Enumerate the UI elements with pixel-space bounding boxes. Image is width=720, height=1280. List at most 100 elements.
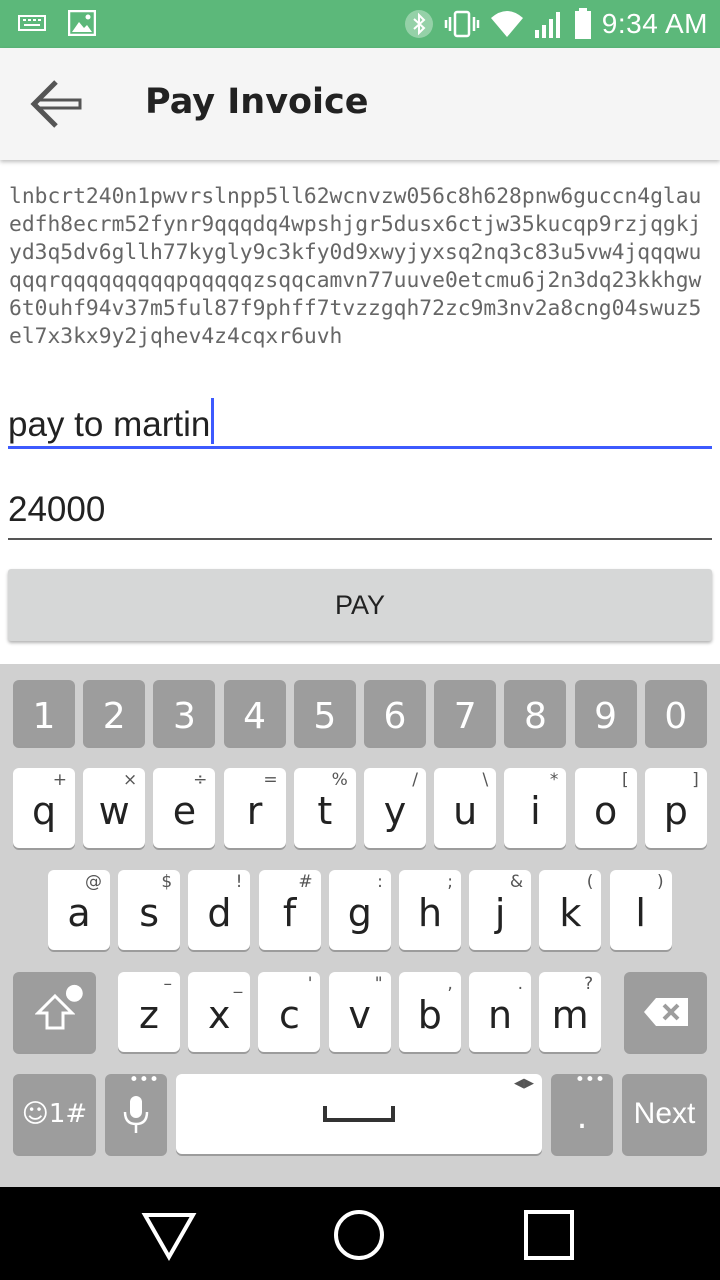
app-bar: Pay Invoice	[0, 48, 720, 160]
home-circle-icon[interactable]	[331, 1207, 387, 1263]
invoice-text: lnbcrt240n1pwvrslnpp5ll62wcnvzw056c8h628…	[9, 184, 702, 349]
key-label: 3	[172, 695, 196, 737]
key-b[interactable]: b,	[398, 972, 461, 1052]
key-c[interactable]: c '	[258, 972, 321, 1052]
key-h[interactable]: h;	[399, 870, 461, 950]
key-hint: [	[621, 770, 629, 790]
key-label: w	[98, 789, 130, 833]
key-w[interactable]: w ×	[83, 768, 146, 848]
description-underline	[8, 446, 712, 449]
key-label: a	[67, 891, 91, 935]
key-label: r	[246, 789, 263, 833]
number-key-9[interactable]: 9	[574, 680, 637, 746]
key-k[interactable]: k(	[539, 870, 602, 950]
number-key-5[interactable]: 5	[293, 680, 356, 746]
number-key-4[interactable]: 4	[223, 680, 286, 746]
key-p[interactable]: p]	[644, 768, 707, 848]
key-label: t	[317, 789, 333, 833]
key-hint: ?	[584, 974, 594, 994]
key-m[interactable]: m?	[539, 972, 602, 1052]
key-i[interactable]: i *	[504, 768, 567, 848]
key-hint: =	[263, 770, 278, 790]
key-u[interactable]: u \	[434, 768, 497, 848]
shift-key[interactable]: ●	[13, 972, 96, 1052]
key-s[interactable]: s $	[118, 870, 181, 950]
number-key-6[interactable]: 6	[364, 680, 426, 746]
description-field[interactable]: pay to martin	[8, 398, 712, 452]
key-label: p	[663, 789, 688, 833]
key-a[interactable]: a @	[48, 870, 110, 950]
space-key[interactable]: ◀▶	[176, 1074, 542, 1154]
key-y[interactable]: y /	[364, 768, 426, 848]
key-hint: !	[235, 872, 243, 892]
backspace-icon	[643, 998, 688, 1026]
key-label: z	[139, 993, 159, 1037]
backspace-key[interactable]	[624, 972, 707, 1052]
next-key[interactable]: Next	[622, 1074, 707, 1154]
key-z[interactable]: z –	[118, 972, 180, 1052]
key-d[interactable]: d!	[188, 870, 251, 950]
key-x[interactable]: x _	[188, 972, 251, 1052]
image-icon	[68, 10, 96, 36]
description-value: pay to martin	[8, 405, 211, 444]
key-label: 5	[313, 695, 337, 737]
number-key-2[interactable]: 2	[83, 680, 146, 746]
key-label: 7	[453, 695, 477, 737]
key-hint: $	[161, 872, 173, 892]
number-key-1[interactable]: 1	[13, 680, 75, 746]
number-key-7[interactable]: 7	[434, 680, 497, 746]
key-label: c	[278, 993, 300, 1037]
key-hint: (	[586, 872, 594, 892]
key-hint: *	[549, 770, 559, 790]
key-label: h	[417, 891, 443, 935]
key-label: 9	[594, 695, 618, 737]
text-caret	[211, 398, 215, 444]
key-t[interactable]: t%	[293, 768, 356, 848]
key-hint: %	[331, 770, 348, 790]
key-label: m	[551, 993, 589, 1037]
key-f[interactable]: f #	[258, 870, 321, 950]
key-label: 8	[523, 695, 547, 737]
key-hint: @	[85, 872, 102, 892]
key-label: 0	[664, 695, 688, 737]
key-label: i	[530, 789, 541, 833]
number-key-3[interactable]: 3	[153, 680, 216, 746]
key-hint: –	[163, 974, 173, 994]
key-hint: :	[377, 872, 383, 892]
recents-square-icon[interactable]	[521, 1207, 577, 1263]
key-hint: ]	[692, 770, 699, 790]
key-label: u	[453, 789, 478, 833]
key-o[interactable]: o[	[574, 768, 637, 848]
microphone-key[interactable]: •••	[105, 1070, 167, 1154]
key-g[interactable]: g:	[328, 870, 391, 950]
page-title: Pay Invoice	[145, 82, 369, 122]
key-label: d	[207, 891, 232, 935]
pay-button[interactable]: PAY	[8, 569, 712, 641]
back-triangle-icon[interactable]	[141, 1207, 197, 1263]
key-label: 1	[32, 695, 56, 737]
key-n[interactable]: n.	[469, 972, 531, 1052]
key-label: 2	[102, 695, 126, 737]
arrow-left-icon[interactable]	[26, 78, 86, 130]
key-q[interactable]: q +	[13, 768, 75, 848]
key-r[interactable]: r =	[223, 768, 286, 848]
period-key[interactable]: . •••	[551, 1070, 613, 1154]
key-hint: .	[517, 974, 523, 994]
key-hint: ÷	[193, 770, 208, 790]
key-hint: \	[482, 770, 489, 790]
microphone-icon	[123, 1096, 149, 1133]
key-label: 6	[383, 695, 407, 737]
amount-field[interactable]: 24000	[8, 490, 712, 542]
key-j[interactable]: j &	[469, 870, 532, 950]
number-key-0[interactable]: 0	[644, 680, 707, 746]
symbols-key[interactable]: ☺1#	[13, 1074, 96, 1154]
key-l[interactable]: l)	[609, 870, 672, 950]
number-key-8[interactable]: 8	[504, 680, 567, 746]
key-v[interactable]: v "	[328, 972, 391, 1052]
key-hint: "	[374, 974, 383, 994]
vibrate-icon	[444, 10, 480, 38]
key-label: o	[593, 789, 618, 833]
key-e[interactable]: e ÷	[153, 768, 216, 848]
key-label: e	[172, 789, 197, 833]
status-bar: 9:34 AM	[0, 0, 720, 48]
